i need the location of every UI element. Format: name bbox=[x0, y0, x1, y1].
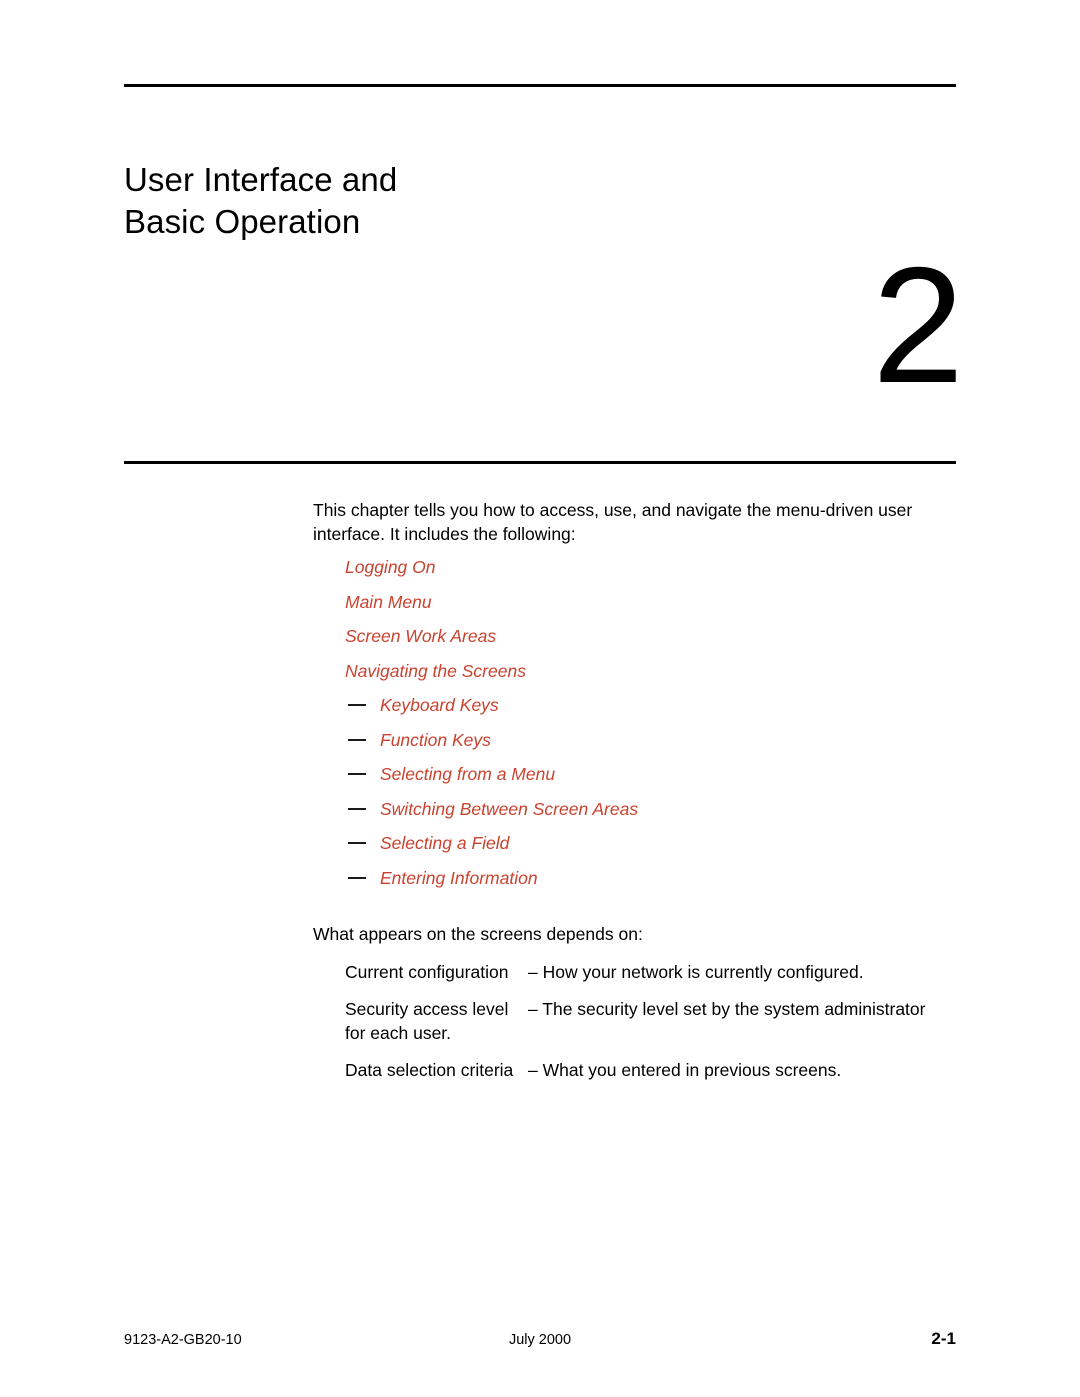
cross-reference-label: Function Keys bbox=[380, 729, 491, 750]
page-title: User Interface and Basic Operation bbox=[124, 161, 398, 241]
em-dash-icon bbox=[348, 807, 366, 810]
depends-intro-paragraph: What appears on the screens depends on: bbox=[313, 924, 643, 944]
definition-term: Current configuration bbox=[345, 962, 509, 982]
chapter-number: 2 bbox=[872, 233, 964, 417]
cross-reference-label: Keyboard Keys bbox=[380, 695, 499, 715]
title-separator-rule bbox=[124, 461, 956, 464]
cross-reference-link[interactable]: Selecting a Field bbox=[348, 833, 973, 868]
em-dash-icon bbox=[348, 876, 366, 879]
cross-reference-link[interactable]: Function Keys bbox=[348, 730, 973, 765]
cross-reference-link[interactable]: Main Menu bbox=[345, 592, 973, 627]
body-content: This chapter tells you how to access, us… bbox=[313, 498, 973, 1094]
cross-reference-link[interactable]: Keyboard Keys bbox=[348, 695, 973, 730]
definition-row: Security access level – The security leve… bbox=[313, 997, 973, 1021]
definition-term: Data selection criteria bbox=[345, 1059, 514, 1080]
cross-reference-label: Entering Information bbox=[380, 867, 538, 888]
em-dash-icon bbox=[348, 738, 366, 741]
cross-reference-label: Main Menu bbox=[345, 591, 432, 612]
definition-term: Security access level bbox=[345, 998, 509, 1019]
cross-reference-link[interactable]: Logging On bbox=[345, 557, 973, 592]
cross-reference-link[interactable]: Entering Information bbox=[348, 868, 973, 903]
footer-page-number: 2-1 bbox=[931, 1329, 956, 1348]
definition-row: Current configuration – How your network … bbox=[313, 960, 973, 984]
definition-description: – What you entered in previous screens. bbox=[528, 1059, 842, 1080]
cross-reference-label: Selecting from a Menu bbox=[380, 764, 556, 784]
cross-reference-link[interactable]: Navigating the Screens bbox=[345, 661, 973, 696]
definition-description: – How your network is currently configur… bbox=[528, 962, 864, 982]
footer-date: July 2000 bbox=[508, 1332, 572, 1348]
footer-document-number: 9123-A2-GB20-10 bbox=[124, 1332, 242, 1348]
cross-reference-label: Selecting a Field bbox=[380, 833, 510, 853]
page-footer: 9123-A2-GB20-10 July 2000 2-1 bbox=[124, 1329, 956, 1353]
definition-continuation: for each user. bbox=[345, 1023, 452, 1043]
definition-list: Current configuration – How your network … bbox=[313, 960, 973, 1082]
em-dash-icon bbox=[348, 842, 366, 844]
header-rule bbox=[124, 84, 956, 87]
cross-reference-list: Logging On Main Menu Screen Work Areas Navi… bbox=[313, 557, 973, 902]
cross-reference-label: Screen Work Areas bbox=[345, 626, 497, 646]
document-page: User Interface and Basic Operation 2 Thi… bbox=[0, 0, 1080, 1397]
intro-paragraph: This chapter tells you how to access, us… bbox=[313, 500, 913, 544]
cross-reference-label: Logging On bbox=[345, 557, 436, 577]
cross-reference-link[interactable]: Screen Work Areas bbox=[345, 626, 973, 661]
definition-description: – The security level set by the system a… bbox=[528, 998, 926, 1019]
em-dash-icon bbox=[348, 773, 366, 775]
definition-row: Data selection criteria – What you entere… bbox=[313, 1058, 973, 1082]
cross-reference-label: Navigating the Screens bbox=[345, 660, 526, 681]
em-dash-icon bbox=[348, 704, 366, 706]
cross-reference-label: Switching Between Screen Areas bbox=[380, 798, 639, 819]
cross-reference-link[interactable]: Selecting from a Menu bbox=[348, 764, 973, 799]
cross-reference-link[interactable]: Switching Between Screen Areas bbox=[348, 799, 973, 834]
